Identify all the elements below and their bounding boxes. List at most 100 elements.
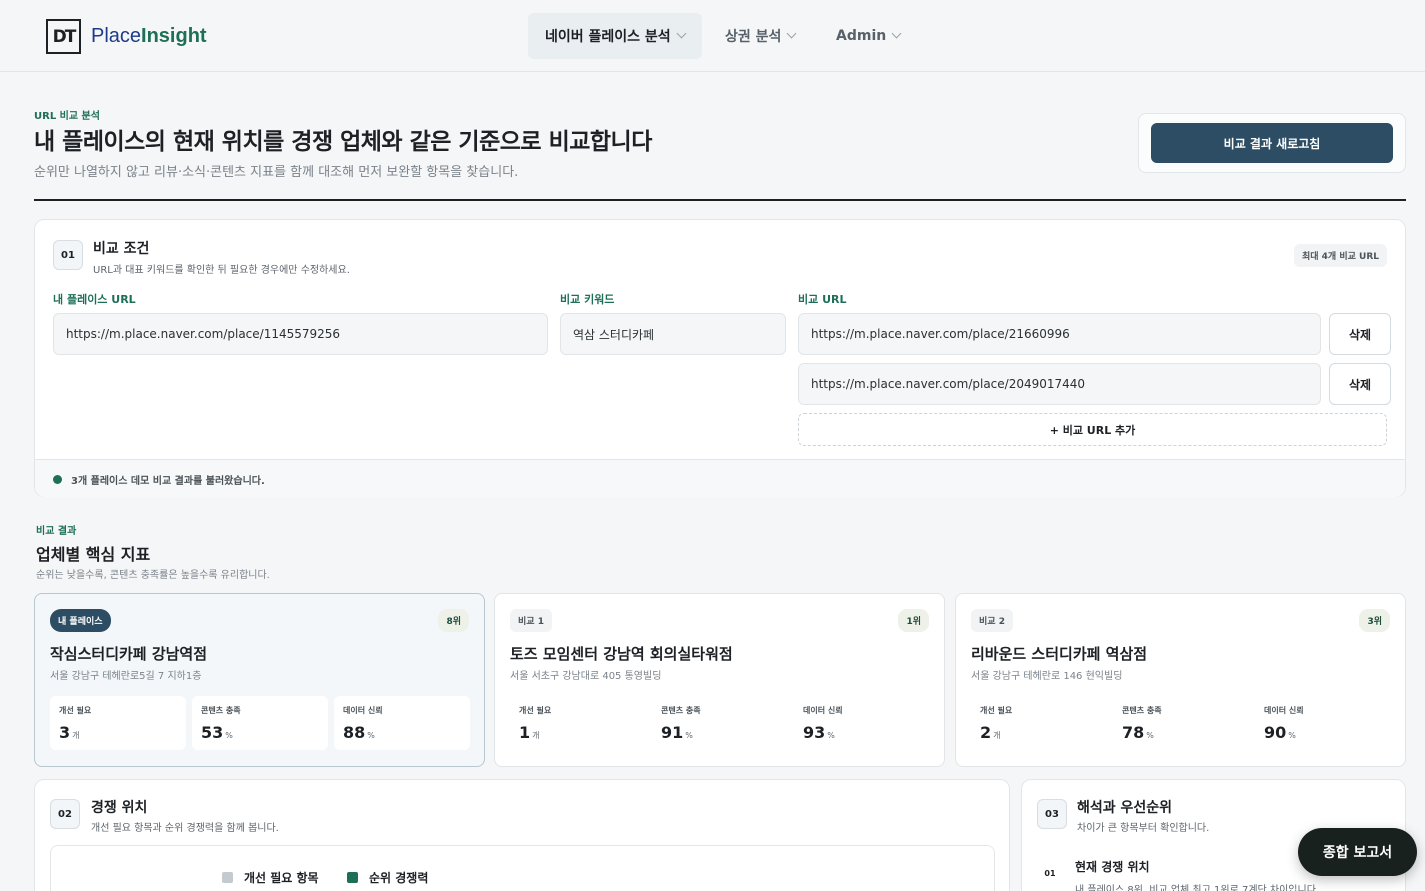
rank-badge: 8위: [438, 609, 469, 632]
nav-label: 네이버 플레이스 분석: [545, 29, 671, 45]
nav-label: Admin: [836, 28, 887, 44]
metric-unit: %: [827, 731, 835, 740]
metric-label: 개선 필요: [59, 706, 92, 715]
metric-value: 53: [201, 723, 224, 742]
compare-url-input[interactable]: https://m.place.naver.com/place/20490174…: [798, 363, 1321, 405]
legend-label: 순위 경쟁력: [369, 871, 429, 885]
business-name: 토즈 모임센터 강남역 회의실타워점: [510, 645, 733, 663]
refresh-panel: 비교 결과 새로고침: [1138, 113, 1406, 173]
metric-improvement-needed: 개선 필요 2 개: [971, 696, 1107, 750]
metric-label: 콘텐츠 충족: [661, 706, 701, 715]
priority-item-desc: 내 플레이스 8위, 비교 업체 최고 1위로 7계단 차이입니다.: [1075, 885, 1320, 891]
metric-unit: %: [225, 731, 233, 740]
metric-unit: %: [1288, 731, 1296, 740]
step-number-badge: 02: [50, 799, 80, 829]
my-place-url-input[interactable]: https://m.place.naver.com/place/11455792…: [53, 313, 548, 355]
section-subtitle: 차이가 큰 항목부터 확인합니다.: [1077, 823, 1210, 834]
legend-swatch: [347, 872, 358, 883]
metric-unit: %: [1146, 731, 1154, 740]
brand-name-part2: Insight: [141, 25, 207, 47]
business-name: 작심스터디카페 강남역점: [50, 645, 208, 663]
metric-improvement-needed: 개선 필요 3 개: [50, 696, 186, 750]
metric-label: 데이터 신뢰: [343, 706, 383, 715]
rank-badge: 3위: [1359, 609, 1390, 632]
results-eyebrow: 비교 결과: [36, 526, 77, 537]
nav-admin[interactable]: Admin: [836, 13, 902, 59]
metric-content-coverage: 콘텐츠 충족 53%: [192, 696, 328, 750]
delete-url-button[interactable]: 삭제: [1329, 313, 1391, 355]
section-divider: [34, 199, 1406, 201]
section-title: 경쟁 위치: [91, 800, 148, 816]
keyword-input[interactable]: 역삼 스터디카페: [560, 313, 786, 355]
metric-label: 개선 필요: [519, 706, 552, 715]
metric-value: 78: [1122, 723, 1145, 742]
metric-data-reliability: 데이터 신뢰 88%: [334, 696, 470, 750]
hero-eyebrow: URL 비교 분석: [34, 111, 100, 122]
max-url-badge: 최대 4개 비교 URL: [1293, 244, 1387, 267]
summary-report-button[interactable]: 종합 보고서: [1298, 828, 1417, 876]
business-address: 서울 강남구 테헤란로 146 현익빌딩: [971, 671, 1123, 682]
business-card-compare-2[interactable]: 비교 2 3위 리바운드 스터디카페 역삼점 서울 강남구 테헤란로 146 현…: [955, 593, 1406, 767]
metric-content-coverage: 콘텐츠 충족 91%: [652, 696, 788, 750]
brand-logo-icon[interactable]: DT: [46, 19, 81, 54]
logo-mark: DT: [52, 26, 77, 47]
metric-label: 개선 필요: [980, 706, 1013, 715]
section-title: 해석과 우선순위: [1077, 800, 1173, 816]
compare-url-input[interactable]: https://m.place.naver.com/place/21660996: [798, 313, 1321, 355]
status-message: 3개 플레이스 데모 비교 결과를 불러왔습니다.: [71, 476, 265, 487]
business-tag: 비교 2: [971, 609, 1013, 632]
nav-trade-area-analysis[interactable]: 상권 분석: [725, 13, 797, 59]
business-address: 서울 서초구 강남대로 405 통영빌딩: [510, 671, 662, 682]
brand-name[interactable]: PlaceInsight: [91, 25, 207, 48]
metric-value: 3: [59, 723, 71, 742]
metric-value: 1: [519, 723, 531, 742]
section-subtitle: 개선 필요 항목과 순위 경쟁력을 함께 봅니다.: [91, 823, 279, 834]
metric-label: 콘텐츠 충족: [1122, 706, 1162, 715]
metric-content-coverage: 콘텐츠 충족 78%: [1113, 696, 1249, 750]
legend-item-rank: 순위 경쟁력: [347, 869, 428, 886]
nav-naver-place-analysis[interactable]: 네이버 플레이스 분석: [528, 13, 702, 59]
step-number-badge: 03: [1037, 799, 1067, 829]
status-bar: 3개 플레이스 데모 비교 결과를 불러왔습니다.: [35, 459, 1405, 497]
metric-label: 데이터 신뢰: [1264, 706, 1304, 715]
chart-legend: 개선 필요 항목 순위 경쟁력: [50, 845, 995, 891]
business-name: 리바운드 스터디카페 역삼점: [971, 645, 1148, 663]
comparison-conditions-card: 01 비교 조건 URL과 대표 키워드를 확인한 뒤 필요한 경우에만 수정하…: [34, 219, 1406, 497]
chevron-down-icon: [676, 28, 687, 39]
step-number-badge: 01: [53, 240, 83, 270]
add-compare-url-button[interactable]: + 비교 URL 추가: [798, 413, 1387, 446]
metric-unit: %: [685, 731, 693, 740]
metric-label: 콘텐츠 충족: [201, 706, 241, 715]
refresh-results-button[interactable]: 비교 결과 새로고침: [1151, 123, 1393, 163]
nav-label: 상권 분석: [725, 29, 782, 45]
metric-value: 93: [803, 723, 826, 742]
metric-unit: 개: [993, 731, 1001, 740]
competitive-position-card: 02 경쟁 위치 개선 필요 항목과 순위 경쟁력을 함께 봅니다. 개선 필요…: [34, 779, 1010, 891]
results-description: 순위는 낮을수록, 콘텐츠 충족률은 높을수록 유리합니다.: [36, 570, 270, 581]
legend-swatch: [222, 872, 233, 883]
metric-unit: 개: [72, 731, 80, 740]
business-tag: 비교 1: [510, 609, 552, 632]
business-card-mine[interactable]: 내 플레이스 8위 작심스터디카페 강남역점 서울 강남구 테헤란로5길 7 지…: [34, 593, 485, 767]
page-description: 순위만 나열하지 않고 리뷰·소식·콘텐츠 지표를 함께 대조해 먼저 보완할 …: [34, 165, 519, 180]
top-navigation-bar: DT PlaceInsight 네이버 플레이스 분석 상권 분석 Admin: [0, 0, 1425, 72]
metric-data-reliability: 데이터 신뢰 90%: [1255, 696, 1391, 750]
status-dot-icon: [53, 475, 62, 484]
business-address: 서울 강남구 테헤란로5길 7 지하1층: [50, 671, 202, 682]
business-card-compare-1[interactable]: 비교 1 1위 토즈 모임센터 강남역 회의실타워점 서울 서초구 강남대로 4…: [494, 593, 945, 767]
keyword-label: 비교 키워드: [560, 293, 615, 306]
metric-unit: %: [367, 731, 375, 740]
legend-label: 개선 필요 항목: [244, 871, 319, 885]
priority-item-title: 현재 경쟁 위치: [1075, 860, 1150, 874]
section-subtitle: URL과 대표 키워드를 확인한 뒤 필요한 경우에만 수정하세요.: [93, 265, 350, 276]
priority-number: 01: [1044, 868, 1056, 878]
metric-value: 90: [1264, 723, 1287, 742]
section-title: 비교 조건: [93, 241, 150, 257]
legend-item-improvement: 개선 필요 항목: [222, 869, 319, 886]
delete-url-button[interactable]: 삭제: [1329, 363, 1391, 405]
metric-value: 88: [343, 723, 366, 742]
my-url-label: 내 플레이스 URL: [53, 293, 136, 306]
page-title: 내 플레이스의 현재 위치를 경쟁 업체와 같은 기준으로 비교합니다: [34, 129, 652, 155]
metric-value: 2: [980, 723, 992, 742]
business-tag: 내 플레이스: [50, 609, 111, 632]
